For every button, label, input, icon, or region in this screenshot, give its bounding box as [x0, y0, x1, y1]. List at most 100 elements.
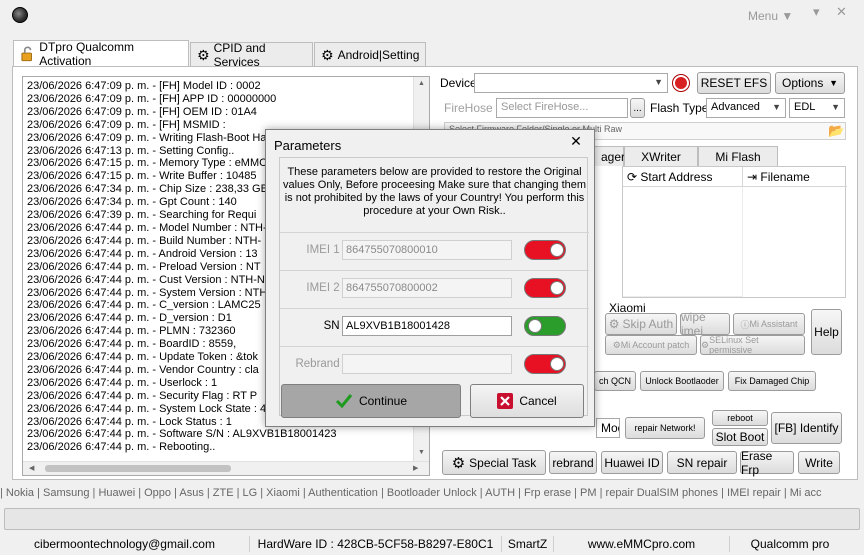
parameter-row: Rebrand : [280, 346, 589, 382]
gear-icon: ⚙ [608, 317, 620, 331]
tab-android-setting[interactable]: ⚙ Android|Setting [314, 42, 426, 67]
wipe-imei-button[interactable]: wipe imei [680, 310, 730, 338]
mi-account-patch-button[interactable]: ⚙ Mi Account patch [605, 335, 697, 355]
rebrand-button[interactable]: rebrand [549, 451, 597, 474]
gear-icon: ⚙ [197, 46, 210, 63]
log-line: 23/06/2026 6:47:09 p. m. - [FH] Model ID… [27, 80, 261, 92]
firehose-label: FireHose [444, 101, 493, 115]
status-site: www.eMMCpro.com [554, 535, 730, 552]
chevron-down-icon: ▼ [772, 102, 781, 112]
device-select[interactable]: ▼ [474, 73, 668, 93]
partition-grid[interactable]: ⟳ Start Address ⇥ Filename [622, 166, 847, 298]
subtab-xwriter[interactable]: XWriter [624, 146, 698, 166]
repair-network-button[interactable]: repair Network! [625, 417, 705, 439]
model-select[interactable]: Model : Honor 90 lite [Newton [596, 418, 620, 438]
subtab-manager[interactable]: ager [594, 146, 625, 166]
status-email: cibermoontechnology@gmail.com [0, 535, 250, 552]
dialog-body: These parameters below are provided to r… [279, 157, 589, 416]
subtab-label: XWriter [641, 149, 681, 164]
mode-value: EDL [794, 101, 816, 113]
parameter-input[interactable] [342, 354, 512, 374]
special-task-button[interactable]: ⚙ Special Task [442, 450, 546, 475]
parameter-toggle[interactable] [524, 278, 566, 298]
scroll-right-icon[interactable]: ▶ [413, 464, 418, 472]
continue-button[interactable]: Continue [281, 384, 461, 418]
flash-type-select[interactable]: Advanced ▼ [706, 98, 786, 118]
cancel-label: Cancel [519, 394, 557, 408]
menu-button[interactable]: Menu ▼ [748, 9, 793, 23]
mi-assistant-button[interactable]: ⓘ Mi Assistant [733, 313, 805, 335]
minimize-icon[interactable]: ▾ [813, 4, 820, 20]
gear-icon: ⚙ [612, 339, 621, 350]
button-label: Special Task [469, 455, 537, 470]
parameter-toggle[interactable] [524, 316, 566, 336]
chevron-down-icon: ▼ [654, 77, 663, 87]
close-icon[interactable]: ✕ [836, 4, 847, 20]
selinux-button[interactable]: ⚙ SELinux Set permissive [700, 335, 805, 355]
scroll-left-icon[interactable]: ◀ [29, 464, 34, 472]
patch-qcn-button[interactable]: ch QCN [594, 371, 636, 391]
parameter-toggle[interactable] [524, 240, 566, 260]
options-label: Options [782, 76, 824, 90]
browse-firehose-button[interactable]: ... [630, 98, 645, 118]
parameter-input[interactable]: 864755070800010 [342, 240, 512, 260]
slot-boot-button[interactable]: Slot Boot [712, 428, 768, 446]
reboot-button[interactable]: reboot [712, 410, 768, 426]
parameters-dialog: Parameters ✕ These parameters below are … [265, 129, 595, 427]
fb-identify-button[interactable]: [FB] Identify [771, 412, 842, 444]
log-horizontal-scrollbar[interactable]: ◀ ▶ [23, 461, 429, 475]
cancel-button[interactable]: Cancel [470, 384, 584, 418]
parameter-label: Rebrand : [295, 358, 346, 370]
parameter-toggle[interactable] [524, 354, 566, 374]
button-label: SELinux Set permissive [709, 335, 759, 355]
tab-cpid-and-services[interactable]: ⚙ CPID and Services [190, 41, 313, 69]
filename-header[interactable]: ⇥ Filename [743, 167, 847, 187]
subtab-mi-flash[interactable]: Mi Flash [698, 146, 778, 166]
write-button[interactable]: Write [798, 451, 840, 474]
chevron-down-icon: ▼ [829, 78, 838, 88]
log-line: 23/06/2026 6:47:44 p. m. - Software S/N … [27, 428, 337, 441]
dialog-title: Parameters [274, 138, 342, 153]
refresh-icon: ⟳ [627, 170, 638, 184]
sn-repair-button[interactable]: SN repair [667, 451, 737, 474]
status-mode: Qualcomm pro [750, 536, 830, 551]
stop-icon[interactable] [673, 75, 689, 91]
grid-column [623, 187, 743, 297]
fix-damaged-chip-button[interactable]: Fix Damaged Chip [728, 371, 816, 391]
gears-icon: ⚙ [701, 339, 710, 350]
gears-icon: ⚙ [451, 454, 466, 472]
firehose-input[interactable]: Select FireHose... [496, 98, 628, 118]
reset-efs-button[interactable]: RESET EFS [697, 72, 771, 94]
grid-header: ⟳ Start Address ⇥ Filename [623, 167, 847, 187]
erase-frp-button[interactable]: Erase Frp [740, 449, 794, 477]
dialog-warning: These parameters below are provided to r… [282, 166, 587, 217]
log-line: 23/06/2026 6:47:09 p. m. - [FH] APP ID :… [27, 92, 277, 105]
button-label: Mi Account patch [620, 340, 690, 350]
scroll-down-icon[interactable]: ▼ [418, 449, 425, 456]
options-button[interactable]: Options ▼ [775, 72, 845, 94]
parameter-label: SN : [323, 320, 346, 332]
parameter-row: IMEI 1 :864755070800010 [280, 232, 589, 268]
button-label: Mi Assistant [749, 319, 798, 329]
parameter-input[interactable]: AL9XVB1B18001428 [342, 316, 512, 336]
model-value: Model : Honor 90 lite [Newton [601, 421, 619, 435]
continue-label: Continue [358, 394, 408, 408]
button-label: Skip Auth [622, 317, 674, 331]
log-line: 23/06/2026 6:47:09 p. m. - [FH] OEM ID :… [27, 105, 257, 118]
log-line: 23/06/2026 6:47:44 p. m. - Rebooting.. [27, 441, 216, 454]
huawei-id-button[interactable]: Huawei ID [601, 451, 663, 474]
tab-dtpro-qualcomm-activation[interactable]: DTpro Qualcomm Activation [13, 40, 189, 68]
start-address-header[interactable]: ⟳ Start Address [623, 167, 743, 187]
brand-marquee: | Nokia | Samsung | Huawei | Oppo | Asus… [0, 487, 822, 499]
dialog-close-icon[interactable]: ✕ [556, 130, 596, 152]
parameter-input[interactable]: 864755070800002 [342, 278, 512, 298]
status-hardware-id: HardWare ID : 428CB-5CF58-B8297-E80C1 [250, 535, 502, 552]
skip-auth-button[interactable]: ⚙ Skip Auth [605, 313, 677, 335]
scroll-thumb[interactable] [45, 465, 231, 472]
progress-bar [4, 508, 860, 530]
scroll-up-icon[interactable]: ▲ [418, 80, 425, 87]
mode-select[interactable]: EDL ▼ [789, 98, 845, 118]
folder-icon[interactable]: 📂 [828, 123, 844, 139]
unlock-bootloader-button[interactable]: Unlock Bootlaoder [640, 371, 724, 391]
help-button[interactable]: Help [811, 309, 842, 355]
